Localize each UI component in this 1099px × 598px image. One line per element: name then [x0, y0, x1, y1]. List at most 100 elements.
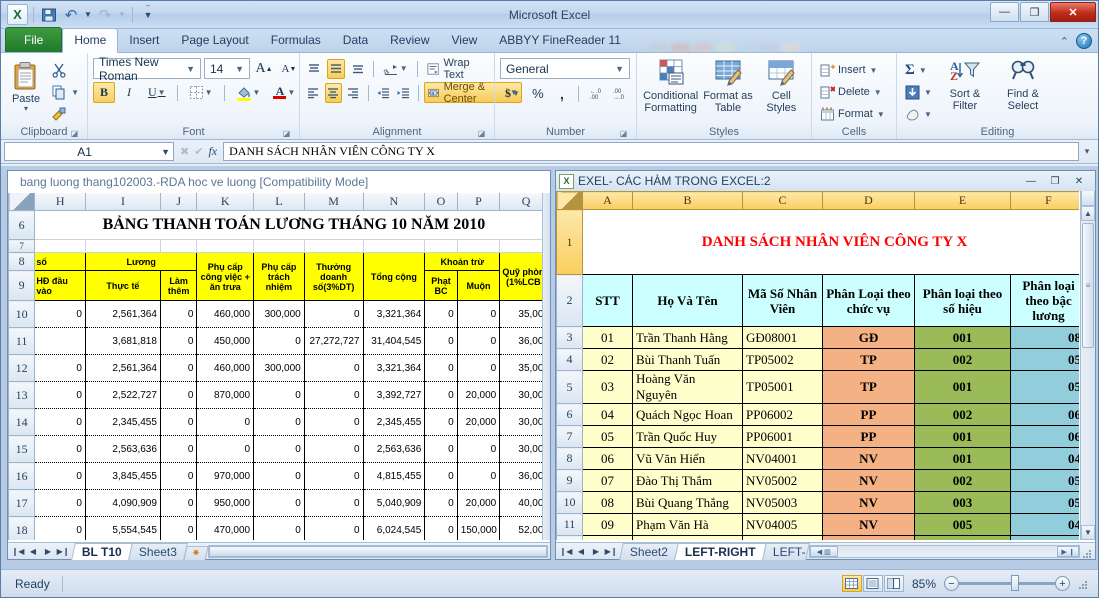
cell-O16[interactable]: 0 — [424, 462, 458, 490]
tab-data[interactable]: Data — [332, 29, 379, 52]
row-header-7[interactable]: 7 — [8, 239, 36, 253]
cell-K15[interactable]: 0 — [196, 435, 255, 463]
scroll-up-button[interactable]: ▲ — [1081, 206, 1095, 221]
cell-M18[interactable]: 0 — [303, 516, 364, 540]
col-header-B[interactable]: B — [632, 191, 743, 210]
cell-I14[interactable]: 2,345,455 — [84, 408, 161, 436]
cell-F4[interactable]: 05 — [1010, 348, 1079, 371]
right-horizontal-scrollbar[interactable]: ◀ ▥ ▶ ❙ — [808, 544, 1080, 558]
cell-M14[interactable]: 0 — [303, 408, 364, 436]
cell-M13[interactable]: 0 — [303, 381, 364, 409]
header-stt[interactable]: STT — [582, 274, 633, 327]
align-left-button[interactable] — [305, 83, 322, 103]
cell-J15[interactable]: 0 — [159, 435, 198, 463]
row-header-6[interactable]: 6 — [556, 403, 583, 426]
cell-N11[interactable]: 31,404,545 — [362, 327, 426, 355]
col-header-L[interactable]: L — [253, 193, 305, 211]
row-header-18[interactable]: 18 — [8, 516, 36, 540]
sheet-tab-left-right[interactable]: LEFT-RIGHT — [674, 542, 767, 560]
cell-C7[interactable]: PP06001 — [742, 425, 823, 448]
header-ma-so-nhan-vien[interactable]: Mã Số Nhân Viên — [742, 274, 823, 327]
header-phu-cap-cong-viec[interactable]: Phụ cấp công việc + ăn trưa — [196, 252, 255, 301]
cell-F6[interactable]: 06 — [1010, 403, 1079, 426]
conditional-formatting-button[interactable]: Conditional Formatting — [642, 58, 699, 114]
cell-E4[interactable]: 002 — [914, 348, 1011, 371]
cell-H16[interactable]: 0 — [34, 462, 86, 490]
chevron-down-icon[interactable]: ▼ — [158, 88, 166, 97]
cell-P12[interactable]: 0 — [456, 354, 501, 382]
chevron-down-icon[interactable]: ▼ — [253, 88, 261, 97]
cell-F11[interactable]: 04 — [1010, 513, 1079, 536]
cell-A7[interactable]: 05 — [582, 425, 633, 448]
row-header-8[interactable]: 8 — [556, 447, 583, 470]
cell-J10[interactable]: 0 — [159, 300, 198, 328]
blank-cell[interactable] — [84, 239, 161, 253]
cell-P14[interactable]: 20,000 — [456, 408, 501, 436]
row-header-17[interactable]: 17 — [8, 489, 36, 517]
cell-N16[interactable]: 4,815,455 — [362, 462, 426, 490]
align-top-button[interactable] — [305, 59, 324, 79]
cell-B8[interactable]: Vũ Văn Hiển — [632, 447, 743, 470]
header-thuong-doanh-so[interactable]: Thưởng doanh số(3%DT) — [303, 252, 364, 301]
undo-icon[interactable]: ↶ — [61, 5, 81, 25]
cell-C11[interactable]: NV04005 — [742, 513, 823, 536]
col-header-D[interactable]: D — [822, 191, 915, 210]
cell-F9[interactable]: 05 — [1010, 469, 1079, 492]
cell-A11[interactable]: 09 — [582, 513, 633, 536]
font-color-button[interactable]: A ▼ — [268, 82, 300, 103]
right-sheet-grid[interactable]: A B C D E F 1 DANH SÁCH NHÂN VIÊN CÔNG T… — [556, 191, 1079, 540]
table-row[interactable]: 3 01 Trần Thanh Hằng GĐ08001 GĐ 001 08 — [556, 326, 1079, 349]
cell-I16[interactable]: 3,845,455 — [84, 462, 161, 490]
row-header-2[interactable]: 2 — [556, 274, 583, 327]
fill-color-button[interactable]: ▼ — [231, 82, 266, 103]
row-header-1[interactable]: 1 — [556, 209, 583, 275]
close-button[interactable]: ✕ — [1050, 2, 1096, 22]
cell-P16[interactable]: 0 — [456, 462, 501, 490]
cell-L17[interactable]: 0 — [253, 489, 305, 517]
accounting-format-button[interactable]: $ ▼ — [500, 83, 525, 104]
right-sheet-title[interactable]: DANH SÁCH NHÂN VIÊN CÔNG TY X — [582, 209, 1079, 275]
cell-E6[interactable]: 002 — [914, 403, 1011, 426]
increase-decimal-button[interactable]: ←.0 .00 — [584, 83, 606, 104]
cell-K12[interactable]: 460,000 — [196, 354, 255, 382]
cell-L11[interactable]: 0 — [253, 327, 305, 355]
tab-home[interactable]: Home — [62, 28, 119, 53]
cell-E3[interactable]: 001 — [914, 326, 1011, 349]
restore-button[interactable]: ❐ — [1020, 2, 1049, 22]
formula-input[interactable]: DANH SÁCH NHÂN VIÊN CÔNG TY X — [223, 142, 1079, 161]
row-header-11[interactable]: 11 — [8, 327, 36, 355]
normal-view-icon[interactable] — [841, 575, 862, 592]
right-hscroll-right-thumb[interactable]: ▶ ❙ — [1057, 545, 1079, 557]
chevron-down-icon[interactable]: ▼ — [870, 66, 878, 75]
header-phat-bc[interactable]: Phạt BC — [424, 270, 458, 301]
cell-A9[interactable]: 07 — [582, 469, 633, 492]
chevron-down-icon[interactable]: ▼ — [919, 66, 927, 75]
cell-K18[interactable]: 470,000 — [196, 516, 255, 540]
cell-E5[interactable]: 001 — [914, 370, 1011, 404]
sort-and-filter-button[interactable]: A Z Sort & Filter — [937, 58, 993, 112]
cell-A8[interactable]: 06 — [582, 447, 633, 470]
cell-A6[interactable]: 04 — [582, 403, 633, 426]
header-khoan-tru-group[interactable]: Khoản trừ — [424, 252, 501, 271]
right-hscroll-left-thumb[interactable]: ◀ ▥ — [809, 545, 838, 557]
paste-dropdown-icon[interactable]: ▾ — [24, 105, 28, 113]
tab-insert[interactable]: Insert — [118, 29, 170, 52]
blank-cell[interactable] — [196, 239, 255, 253]
blank-cell[interactable] — [424, 239, 458, 253]
cell-M17[interactable]: 0 — [303, 489, 364, 517]
align-middle-button[interactable] — [326, 58, 346, 79]
cell-O18[interactable]: 0 — [424, 516, 458, 540]
zoom-out-button[interactable]: − — [944, 576, 959, 591]
col-header-N[interactable]: N — [362, 193, 426, 211]
cell-K13[interactable]: 870,000 — [196, 381, 255, 409]
row-header-8[interactable]: 8 — [8, 252, 36, 271]
cell-L15[interactable]: 0 — [253, 435, 305, 463]
underline-button[interactable]: U ▼ — [143, 82, 171, 103]
cell-M10[interactable]: 0 — [303, 300, 364, 328]
delete-cells-button[interactable]: Delete ▼ — [817, 82, 891, 102]
cell-N12[interactable]: 3,321,364 — [362, 354, 426, 382]
cell-I17[interactable]: 4,090,909 — [84, 489, 161, 517]
next-sheet-button[interactable]: ▶ — [41, 544, 55, 558]
format-painter-button[interactable] — [48, 104, 82, 124]
cell-O10[interactable]: 0 — [424, 300, 458, 328]
